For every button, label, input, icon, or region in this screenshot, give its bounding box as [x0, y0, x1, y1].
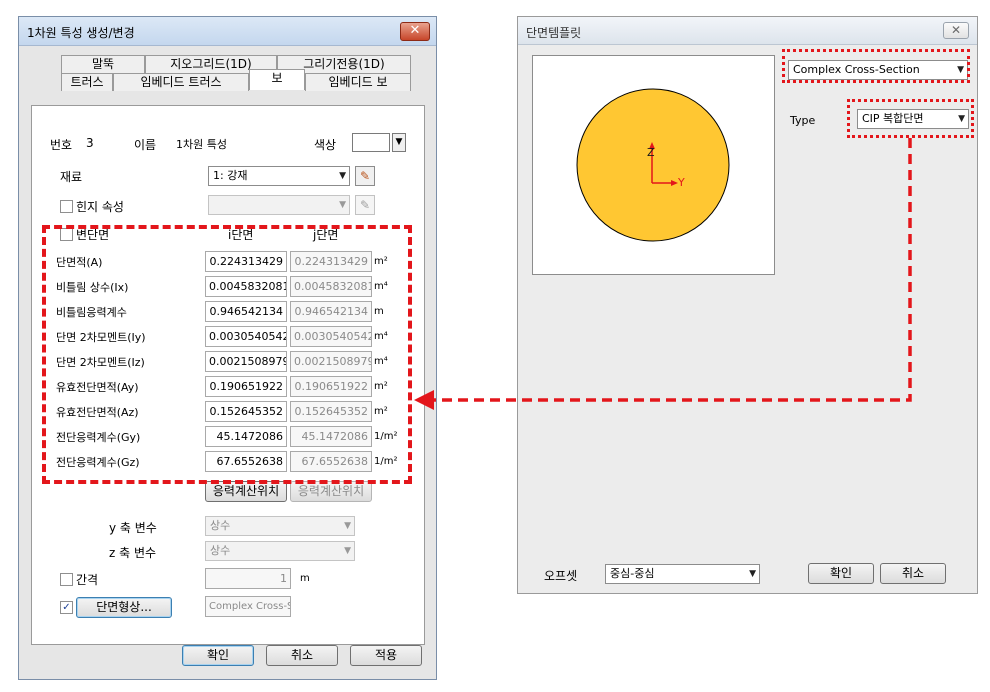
arrow-left-icon: [414, 390, 434, 410]
tab-beam[interactable]: 보: [249, 69, 305, 90]
connector-arrow: [414, 138, 912, 410]
connector-line: [432, 138, 912, 402]
